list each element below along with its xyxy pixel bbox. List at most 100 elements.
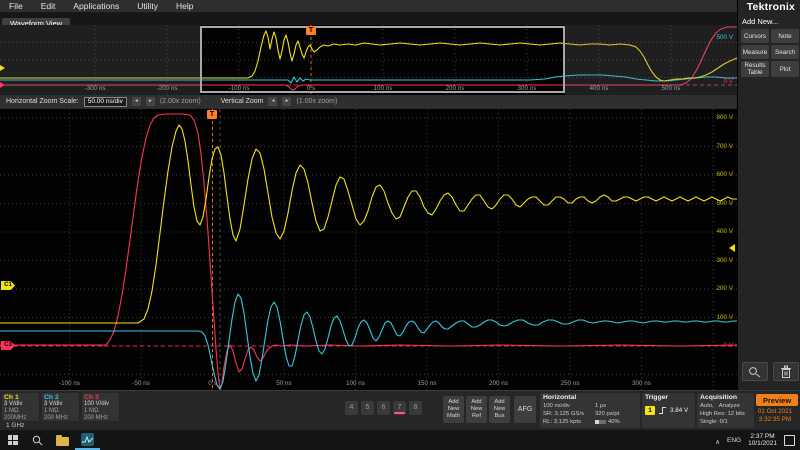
ch3-waveform (0, 113, 737, 391)
horizontal-settings-card[interactable]: Horizontal 100 ns/div 1 µs SR: 3.125 GS/s… (540, 393, 640, 428)
v-axis-label: 600 V (716, 171, 733, 178)
v-zoom-increase-button[interactable] (282, 97, 292, 106)
horizontal-position: 40% (608, 419, 620, 425)
acquisition-settings-card[interactable]: Acquisition Auto, Analyze High Res: 12 bi… (697, 393, 754, 428)
trigger-source-chip: 1 (645, 406, 655, 415)
h-zoom-increase-button[interactable] (145, 97, 155, 106)
panel-button-cursors[interactable]: Cursors (741, 29, 769, 43)
ch1-level-marker[interactable] (729, 244, 735, 252)
x-axis-tick: 100 ns (346, 380, 365, 387)
start-button[interactable] (0, 430, 25, 450)
folder-icon (56, 434, 69, 446)
x-axis-tick: -100 ns (58, 380, 81, 387)
h-zoom-decrease-button[interactable] (131, 97, 141, 106)
overview-graticule[interactable]: T 500 V 0 V -300 ns -200 ns -100 ns 0 s 100 … (0, 25, 737, 95)
add-new-math-button[interactable]: Add New Math (443, 396, 464, 423)
menu-applications[interactable]: Applications (64, 0, 128, 13)
panel-button-plot[interactable]: Plot (771, 61, 799, 77)
acquisition-analyze: Analyze (718, 403, 740, 409)
x-axis-tick: 0 s (306, 85, 316, 92)
taskbar-clock[interactable]: 2:37 PM 10/1/2021 (748, 433, 777, 448)
tray-expand-icon[interactable] (715, 431, 720, 449)
main-graticule[interactable]: T C1 C3 -100 ns -50 ns 0 s 50 ns 100 ns 150 n… (0, 108, 737, 391)
h-zoom-value[interactable]: 50.00 ns/div (83, 96, 127, 107)
ch1-waveform (0, 124, 737, 324)
afg-button[interactable]: AFG (514, 396, 536, 423)
acquisition-mode: Auto, (700, 403, 714, 409)
scope-app-icon (81, 432, 94, 446)
overview-right-label-top: 500 V (716, 34, 733, 41)
panel-button-results-table[interactable]: Results Table (741, 61, 769, 77)
x-axis-tick: 300 ns (517, 85, 537, 92)
tekscope-app: File Edit Applications Utility Help Waveform… (0, 0, 800, 450)
menu-utility[interactable]: Utility (128, 0, 167, 13)
x-axis-tick: 500 ns (661, 85, 681, 92)
x-axis-tick: 50 ns (276, 380, 292, 387)
taskbar-file-explorer-button[interactable] (50, 430, 75, 450)
panel-button-measure[interactable]: Measure (741, 45, 769, 59)
tab-bar: Waveform View (0, 13, 737, 29)
v-axis-label: 400 V (716, 228, 733, 235)
x-axis-tick: 200 ns (445, 85, 465, 92)
channel-button-8[interactable]: 8 (409, 401, 422, 415)
horizontal-scale: 100 ns/div (543, 403, 570, 409)
horizontal-title: Horizontal (543, 394, 577, 401)
horizontal-duration: 1 µs (595, 403, 607, 409)
panel-button-grid: Cursors Note Measure Search Results Table Plo… (741, 29, 800, 77)
taskbar-date: 10/1/2021 (748, 440, 777, 447)
overview-trigger-flag[interactable]: T (306, 26, 316, 35)
add-new-ref-button[interactable]: Add New Ref (466, 396, 487, 423)
x-axis-tick: -100 ns (228, 85, 250, 92)
ch3-marker-overview[interactable] (0, 82, 5, 88)
zoom-overview-button[interactable] (742, 362, 768, 381)
x-axis-tick: -300 ns (84, 85, 106, 92)
channel-badge-ch-2[interactable]: Ch 23 V/div 1 MΩ 200 MHz (42, 393, 79, 421)
delete-button[interactable] (773, 362, 799, 381)
v-axis-label: 800 V (716, 114, 733, 121)
v-zoom-label: Vertical Zoom (220, 98, 264, 105)
acquisition-resolution: High Res: 12 bits (700, 411, 745, 417)
acquisition-timestamp: 01 Oct 2021 3:32:35 PM (752, 408, 798, 423)
trigger-settings-card[interactable]: Trigger 1 3.84 V (642, 393, 695, 428)
x-axis-tick: 250 ns (560, 380, 580, 387)
trigger-title: Trigger (645, 394, 669, 401)
notification-center-icon[interactable] (784, 434, 795, 446)
x-axis-tick: 400 ns (589, 85, 609, 92)
x-axis-tick: 150 ns (417, 380, 437, 387)
channel-button-6[interactable]: 6 (377, 401, 390, 415)
windows-logo-icon (7, 435, 18, 445)
channel-badge-ch-1[interactable]: Ch 13 V/div 1 MΩ 200MHz (2, 393, 39, 421)
panel-button-search[interactable]: Search (771, 45, 799, 59)
preview-badge[interactable]: Preview (756, 394, 798, 406)
menu-help[interactable]: Help (167, 0, 202, 13)
trash-icon (781, 365, 791, 378)
zoom-scale-bar: Horizontal Zoom Scale: 50.00 ns/div (2.0… (0, 95, 737, 108)
acquisition-time: 3:32:35 PM (758, 415, 792, 423)
taskbar-search-button[interactable] (25, 430, 50, 450)
probe-bandwidth-label: 1 GHz (6, 422, 25, 429)
acquisition-date: 01 Oct 2021 (757, 408, 793, 415)
menu-file[interactable]: File (0, 0, 32, 13)
add-new-label: Add New... (742, 17, 779, 26)
main-trigger-flag[interactable]: T (207, 110, 217, 119)
v-axis-label: 500 V (716, 199, 733, 207)
menu-edit[interactable]: Edit (32, 0, 65, 13)
zoom-selection-box[interactable] (200, 26, 565, 93)
ch1-marker-overview[interactable] (0, 65, 5, 71)
acquisition-title: Acquisition (700, 394, 738, 401)
tektronix-logo: Tektronix (746, 1, 795, 13)
h-zoom-factor: (2.00x zoom) (159, 98, 201, 105)
panel-button-note[interactable]: Note (771, 29, 799, 43)
channel-badge-ch-3[interactable]: Ch 3 100 V/div 1 MΩ 200 MHz (82, 393, 119, 421)
add-new-bus-button[interactable]: Add New Bus (489, 396, 510, 423)
x-axis-tick: -200 ns (156, 85, 178, 92)
v-zoom-decrease-button[interactable] (268, 97, 278, 106)
menu-bar: File Edit Applications Utility Help (0, 0, 737, 13)
language-indicator[interactable]: ENG (727, 437, 741, 444)
channel-button-4[interactable]: 4 (345, 401, 358, 415)
channel-button-7[interactable]: 7 (393, 401, 406, 415)
taskbar-app-button[interactable] (75, 430, 100, 450)
channel-button-5[interactable]: 5 (361, 401, 374, 415)
x-axis-tick: 300 ns (632, 380, 651, 387)
v-axis-label: 300 V (716, 256, 733, 264)
